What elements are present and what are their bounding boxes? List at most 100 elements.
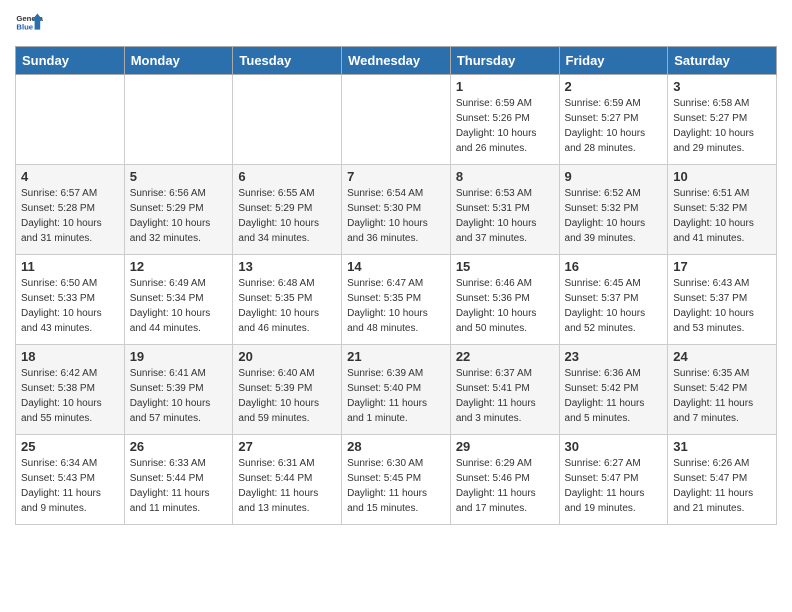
day-info: Sunrise: 6:36 AM Sunset: 5:42 PM Dayligh… bbox=[565, 366, 663, 426]
day-number: 6 bbox=[238, 169, 336, 184]
calendar-cell: 16 Sunrise: 6:45 AM Sunset: 5:37 PM Dayli… bbox=[559, 255, 668, 345]
day-info: Sunrise: 6:29 AM Sunset: 5:46 PM Dayligh… bbox=[456, 456, 554, 516]
day-number: 23 bbox=[565, 349, 663, 364]
day-info: Sunrise: 6:59 AM Sunset: 5:27 PM Dayligh… bbox=[565, 96, 663, 156]
calendar-cell: 22Sunrise: 6:37 AM Sunset: 5:41 PM Dayli… bbox=[450, 345, 559, 435]
day-info: Sunrise: 6:26 AM Sunset: 5:47 PM Dayligh… bbox=[673, 456, 771, 516]
day-info: Sunrise: 6:58 AM Sunset: 5:27 PM Dayligh… bbox=[673, 96, 771, 156]
day-number: 18 bbox=[21, 349, 119, 364]
day-number: 9 bbox=[565, 169, 663, 184]
calendar-cell: 19Sunrise: 6:41 AM Sunset: 5:39 PM Dayli… bbox=[124, 345, 233, 435]
calendar-cell: 27 Sunrise: 6:31 AM Sunset: 5:44 PM Dayli… bbox=[233, 435, 342, 525]
day-info: Sunrise: 6:51 AM Sunset: 5:32 PM Dayligh… bbox=[673, 186, 771, 246]
day-info: Sunrise: 6:35 AM Sunset: 5:42 PM Dayligh… bbox=[673, 366, 771, 426]
calendar-cell: 17Sunrise: 6:43 AM Sunset: 5:37 PM Dayli… bbox=[668, 255, 777, 345]
day-info: Sunrise: 6:56 AM Sunset: 5:29 PM Dayligh… bbox=[130, 186, 228, 246]
day-number: 29 bbox=[456, 439, 554, 454]
calendar-week-3: 11Sunrise: 6:50 AM Sunset: 5:33 PM Dayli… bbox=[16, 255, 777, 345]
day-number: 4 bbox=[21, 169, 119, 184]
day-number: 19 bbox=[130, 349, 228, 364]
day-info: Sunrise: 6:34 AM Sunset: 5:43 PM Dayligh… bbox=[21, 456, 119, 516]
calendar-cell bbox=[124, 75, 233, 165]
calendar-cell: 29 Sunrise: 6:29 AM Sunset: 5:46 PM Dayli… bbox=[450, 435, 559, 525]
day-number: 5 bbox=[130, 169, 228, 184]
day-info: Sunrise: 6:53 AM Sunset: 5:31 PM Dayligh… bbox=[456, 186, 554, 246]
weekday-header-thursday: Thursday bbox=[450, 47, 559, 75]
day-info: Sunrise: 6:55 AM Sunset: 5:29 PM Dayligh… bbox=[238, 186, 336, 246]
svg-text:Blue: Blue bbox=[16, 23, 33, 32]
calendar-cell: 28Sunrise: 6:30 AM Sunset: 5:45 PM Dayli… bbox=[342, 435, 451, 525]
day-number: 27 bbox=[238, 439, 336, 454]
day-info: Sunrise: 6:39 AM Sunset: 5:40 PM Dayligh… bbox=[347, 366, 445, 426]
calendar-cell bbox=[342, 75, 451, 165]
calendar-cell: 3 Sunrise: 6:58 AM Sunset: 5:27 PM Daylig… bbox=[668, 75, 777, 165]
calendar-cell: 23 Sunrise: 6:36 AM Sunset: 5:42 PM Dayli… bbox=[559, 345, 668, 435]
day-number: 21 bbox=[347, 349, 445, 364]
calendar-cell: 30 Sunrise: 6:27 AM Sunset: 5:47 PM Dayli… bbox=[559, 435, 668, 525]
day-number: 28 bbox=[347, 439, 445, 454]
calendar-cell: 1 Sunrise: 6:59 AM Sunset: 5:26 PM Daylig… bbox=[450, 75, 559, 165]
calendar-cell: 2 Sunrise: 6:59 AM Sunset: 5:27 PM Daylig… bbox=[559, 75, 668, 165]
weekday-header-monday: Monday bbox=[124, 47, 233, 75]
day-info: Sunrise: 6:31 AM Sunset: 5:44 PM Dayligh… bbox=[238, 456, 336, 516]
day-number: 3 bbox=[673, 79, 771, 94]
day-number: 17 bbox=[673, 259, 771, 274]
day-info: Sunrise: 6:27 AM Sunset: 5:47 PM Dayligh… bbox=[565, 456, 663, 516]
calendar-cell: 24 Sunrise: 6:35 AM Sunset: 5:42 PM Dayli… bbox=[668, 345, 777, 435]
calendar-cell: 13 Sunrise: 6:48 AM Sunset: 5:35 PM Dayli… bbox=[233, 255, 342, 345]
day-number: 1 bbox=[456, 79, 554, 94]
calendar-cell: 26 Sunrise: 6:33 AM Sunset: 5:44 PM Dayli… bbox=[124, 435, 233, 525]
calendar-cell: 21 Sunrise: 6:39 AM Sunset: 5:40 PM Dayli… bbox=[342, 345, 451, 435]
calendar-table: SundayMondayTuesdayWednesdayThursdayFrid… bbox=[15, 46, 777, 525]
day-info: Sunrise: 6:42 AM Sunset: 5:38 PM Dayligh… bbox=[21, 366, 119, 426]
day-info: Sunrise: 6:50 AM Sunset: 5:33 PM Dayligh… bbox=[21, 276, 119, 336]
day-info: Sunrise: 6:46 AM Sunset: 5:36 PM Dayligh… bbox=[456, 276, 554, 336]
day-number: 16 bbox=[565, 259, 663, 274]
calendar-cell: 9 Sunrise: 6:52 AM Sunset: 5:32 PM Daylig… bbox=[559, 165, 668, 255]
logo: General Blue bbox=[15, 10, 43, 38]
calendar-cell bbox=[233, 75, 342, 165]
day-info: Sunrise: 6:47 AM Sunset: 5:35 PM Dayligh… bbox=[347, 276, 445, 336]
day-info: Sunrise: 6:57 AM Sunset: 5:28 PM Dayligh… bbox=[21, 186, 119, 246]
day-number: 8 bbox=[456, 169, 554, 184]
calendar-cell: 4 Sunrise: 6:57 AM Sunset: 5:28 PM Daylig… bbox=[16, 165, 125, 255]
calendar-cell: 14Sunrise: 6:47 AM Sunset: 5:35 PM Dayli… bbox=[342, 255, 451, 345]
day-info: Sunrise: 6:49 AM Sunset: 5:34 PM Dayligh… bbox=[130, 276, 228, 336]
logo-icon: General Blue bbox=[15, 10, 43, 38]
calendar-cell: 25 Sunrise: 6:34 AM Sunset: 5:43 PM Dayli… bbox=[16, 435, 125, 525]
calendar-cell: 11Sunrise: 6:50 AM Sunset: 5:33 PM Dayli… bbox=[16, 255, 125, 345]
page-header: General Blue bbox=[15, 10, 777, 38]
day-number: 2 bbox=[565, 79, 663, 94]
weekday-header-wednesday: Wednesday bbox=[342, 47, 451, 75]
weekday-header-tuesday: Tuesday bbox=[233, 47, 342, 75]
calendar-cell: 5 Sunrise: 6:56 AM Sunset: 5:29 PM Daylig… bbox=[124, 165, 233, 255]
day-number: 30 bbox=[565, 439, 663, 454]
day-info: Sunrise: 6:37 AM Sunset: 5:41 PM Dayligh… bbox=[456, 366, 554, 426]
calendar-cell: 31Sunrise: 6:26 AM Sunset: 5:47 PM Dayli… bbox=[668, 435, 777, 525]
calendar-week-4: 18 Sunrise: 6:42 AM Sunset: 5:38 PM Dayli… bbox=[16, 345, 777, 435]
day-info: Sunrise: 6:40 AM Sunset: 5:39 PM Dayligh… bbox=[238, 366, 336, 426]
calendar-cell: 6 Sunrise: 6:55 AM Sunset: 5:29 PM Daylig… bbox=[233, 165, 342, 255]
day-number: 24 bbox=[673, 349, 771, 364]
weekday-header-row: SundayMondayTuesdayWednesdayThursdayFrid… bbox=[16, 47, 777, 75]
day-number: 25 bbox=[21, 439, 119, 454]
day-info: Sunrise: 6:52 AM Sunset: 5:32 PM Dayligh… bbox=[565, 186, 663, 246]
day-number: 7 bbox=[347, 169, 445, 184]
day-info: Sunrise: 6:45 AM Sunset: 5:37 PM Dayligh… bbox=[565, 276, 663, 336]
calendar-week-2: 4 Sunrise: 6:57 AM Sunset: 5:28 PM Daylig… bbox=[16, 165, 777, 255]
calendar-cell: 8 Sunrise: 6:53 AM Sunset: 5:31 PM Daylig… bbox=[450, 165, 559, 255]
day-info: Sunrise: 6:54 AM Sunset: 5:30 PM Dayligh… bbox=[347, 186, 445, 246]
day-number: 10 bbox=[673, 169, 771, 184]
calendar-cell: 20Sunrise: 6:40 AM Sunset: 5:39 PM Dayli… bbox=[233, 345, 342, 435]
weekday-header-saturday: Saturday bbox=[668, 47, 777, 75]
day-number: 26 bbox=[130, 439, 228, 454]
calendar-cell: 18 Sunrise: 6:42 AM Sunset: 5:38 PM Dayli… bbox=[16, 345, 125, 435]
day-info: Sunrise: 6:33 AM Sunset: 5:44 PM Dayligh… bbox=[130, 456, 228, 516]
day-info: Sunrise: 6:48 AM Sunset: 5:35 PM Dayligh… bbox=[238, 276, 336, 336]
day-number: 15 bbox=[456, 259, 554, 274]
day-info: Sunrise: 6:59 AM Sunset: 5:26 PM Dayligh… bbox=[456, 96, 554, 156]
day-number: 13 bbox=[238, 259, 336, 274]
weekday-header-friday: Friday bbox=[559, 47, 668, 75]
calendar-cell: 12Sunrise: 6:49 AM Sunset: 5:34 PM Dayli… bbox=[124, 255, 233, 345]
calendar-cell bbox=[16, 75, 125, 165]
